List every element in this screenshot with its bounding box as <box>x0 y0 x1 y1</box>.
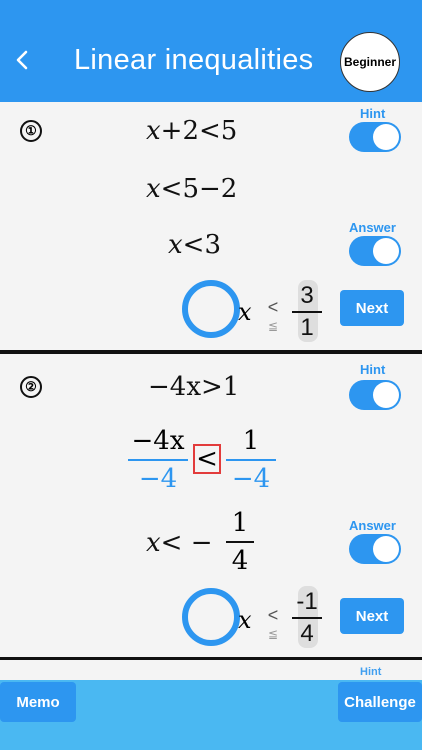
flipped-sign-box: < <box>193 444 221 474</box>
step3-op: < − <box>160 528 213 558</box>
fraction-picker[interactable]: -1 4 <box>292 586 322 648</box>
fraction-denominator[interactable]: 4 <box>292 620 322 648</box>
symbol-option-less[interactable]: < <box>265 606 281 624</box>
step-1: x+2<5 <box>146 116 238 146</box>
problem-card-2: ② −4x>1 −4x −4 < 1 −4 x< − 1 4 Hint Answ… <box>0 354 422 658</box>
fraction-picker[interactable]: 3 1 <box>292 280 322 342</box>
toggle-knob <box>373 124 399 150</box>
step2-left-fraction: −4x −4 <box>128 426 188 494</box>
challenge-button[interactable]: Challenge <box>338 682 422 722</box>
step2-left-num: −4x <box>131 426 185 456</box>
problem-number: ① <box>20 120 42 142</box>
fraction-bar <box>292 311 322 313</box>
symbol-option-leq[interactable]: ≦ <box>265 320 281 332</box>
problem-number: ② <box>20 376 42 398</box>
symbol-option-less[interactable]: < <box>265 298 281 316</box>
toggle-knob <box>373 238 399 264</box>
problem-card-1: ① x+2<5 x<5−2 x<3 Hint Answer x < ≦ 3 1 … <box>0 102 422 350</box>
fraction-bar <box>226 541 254 543</box>
symbol-option-leq[interactable]: ≦ <box>265 628 281 640</box>
next-button[interactable]: Next <box>340 290 404 326</box>
symbol-picker[interactable]: < ≦ <box>265 298 281 332</box>
step1-left: −4x <box>148 372 201 402</box>
step3-den: 4 <box>231 545 249 576</box>
fraction-denominator[interactable]: 1 <box>292 314 322 342</box>
step-2: x<5−2 <box>146 174 238 204</box>
divider <box>0 657 422 660</box>
fraction-bar <box>292 617 322 619</box>
step-3: x<3 <box>168 230 221 260</box>
hint-toggle[interactable] <box>349 380 401 410</box>
answer-label: Answer <box>349 518 396 533</box>
symbol-picker[interactable]: < ≦ <box>265 606 281 640</box>
step-3: x< − <box>146 528 213 558</box>
step2-left-den: −4 <box>138 463 178 494</box>
toggle-knob <box>373 382 399 408</box>
next-button[interactable]: Next <box>340 598 404 634</box>
step2-right-den: −4 <box>231 463 271 494</box>
answer-label: Answer <box>349 220 396 235</box>
step-1: −4x>1 <box>148 372 239 402</box>
answer-variable: x <box>238 298 252 326</box>
back-button[interactable] <box>12 46 36 76</box>
answer-circle[interactable] <box>182 588 240 646</box>
memo-button[interactable]: Memo <box>0 682 76 722</box>
step3-left: x <box>146 528 161 558</box>
answer-circle[interactable] <box>182 280 240 338</box>
step2-right-fraction: 1 −4 <box>226 426 276 494</box>
fraction-numerator[interactable]: 3 <box>292 282 322 310</box>
answer-variable: x <box>238 606 252 634</box>
hint-label-next: Hint <box>360 666 382 678</box>
hint-label: Hint <box>360 106 386 121</box>
level-badge[interactable]: Beginner <box>340 32 400 92</box>
hint-label: Hint <box>360 362 386 377</box>
step2-right-num: 1 <box>242 426 260 456</box>
app-header: Linear inequalities Beginner <box>0 0 422 102</box>
fraction-numerator[interactable]: -1 <box>292 588 322 616</box>
step1-right: 1 <box>222 372 240 402</box>
answer-toggle[interactable] <box>349 236 401 266</box>
page-title: Linear inequalities <box>74 44 314 76</box>
hint-toggle[interactable] <box>349 122 401 152</box>
fraction-bar <box>226 459 276 461</box>
answer-toggle[interactable] <box>349 534 401 564</box>
step3-num: 1 <box>231 508 249 538</box>
step1-op: > <box>201 372 223 402</box>
toggle-knob <box>373 536 399 562</box>
step3-fraction: 1 4 <box>226 508 254 576</box>
fraction-bar <box>128 459 188 461</box>
chevron-left-icon <box>16 50 28 70</box>
